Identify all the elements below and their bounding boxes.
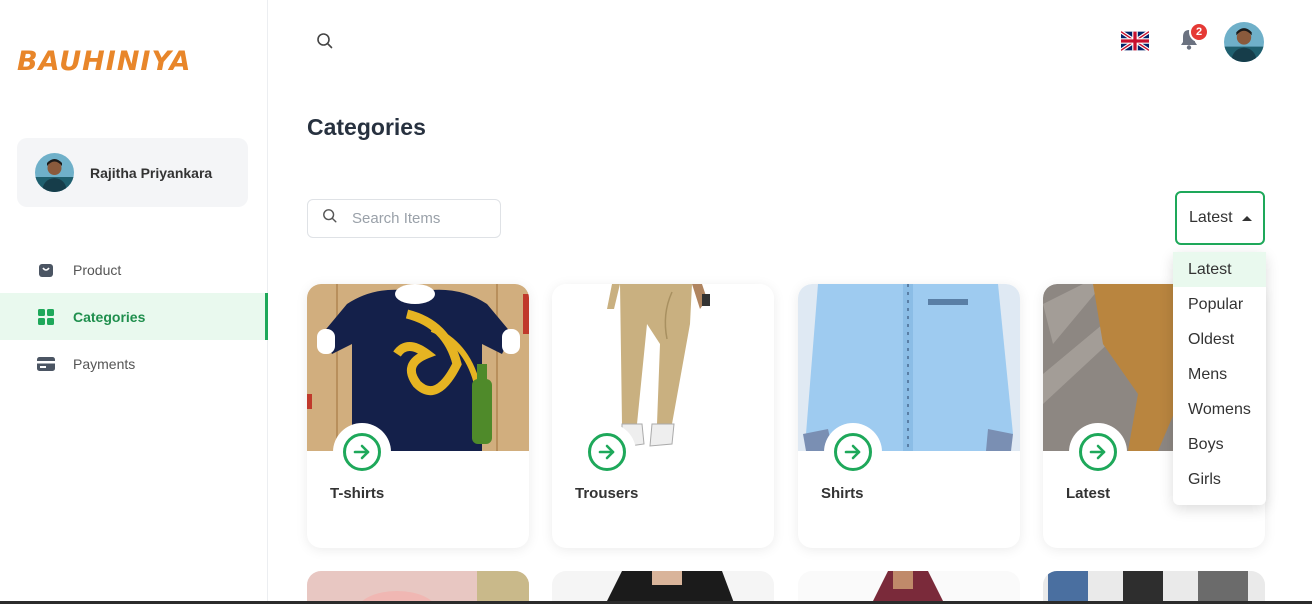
category-image xyxy=(307,284,529,451)
category-image xyxy=(798,284,1020,451)
arrow-right-icon[interactable] xyxy=(588,433,626,471)
search-icon[interactable] xyxy=(316,32,336,52)
user-name: Rajitha Priyankara xyxy=(90,164,213,181)
sidebar-item-label: Categories xyxy=(73,308,146,325)
category-card-trousers[interactable]: Trousers xyxy=(552,284,774,548)
search-icon xyxy=(322,208,338,229)
user-card[interactable]: Rajitha Priyankara xyxy=(17,138,248,207)
sidebar-nav: Product Categories Payments xyxy=(0,246,268,387)
page-title: Categories xyxy=(307,114,426,140)
sidebar: BAUHINIYA Rajitha Priyankara Product Cat… xyxy=(0,0,268,604)
card-icon xyxy=(37,355,55,373)
sidebar-item-categories[interactable]: Categories xyxy=(0,293,268,340)
category-card-shirts[interactable]: Shirts xyxy=(798,284,1020,548)
app-root: BAUHINIYA Rajitha Priyankara Product Cat… xyxy=(0,0,1312,604)
sort-option-mens[interactable]: Mens xyxy=(1173,357,1266,392)
caret-up-icon xyxy=(1241,215,1252,221)
arrow-right-icon[interactable] xyxy=(834,433,872,471)
sort-option-latest[interactable]: Latest xyxy=(1173,252,1266,287)
category-card-partial[interactable] xyxy=(552,571,774,604)
category-image xyxy=(552,284,774,451)
category-card-partial[interactable] xyxy=(307,571,529,604)
sort-option-girls[interactable]: Girls xyxy=(1173,462,1266,497)
sort-selected-label: Latest xyxy=(1189,209,1233,226)
uk-flag-icon[interactable] xyxy=(1119,30,1151,52)
arrow-right-icon[interactable] xyxy=(343,433,381,471)
category-label: Trousers xyxy=(575,485,639,502)
sort-option-womens[interactable]: Womens xyxy=(1173,392,1266,427)
category-label: Shirts xyxy=(821,485,864,502)
category-label: Latest xyxy=(1066,485,1111,502)
sidebar-item-label: Payments xyxy=(73,355,136,372)
search-input[interactable] xyxy=(352,210,482,227)
category-card-tshirts[interactable]: T-shirts xyxy=(307,284,529,548)
sort-option-oldest[interactable]: Oldest xyxy=(1173,322,1266,357)
search-field[interactable] xyxy=(307,199,501,238)
brand-logo[interactable]: BAUHINIYA xyxy=(17,46,191,77)
profile-avatar[interactable] xyxy=(1224,22,1264,62)
sort-option-popular[interactable]: Popular xyxy=(1173,287,1266,322)
grid-icon xyxy=(37,308,55,326)
sort-option-boys[interactable]: Boys xyxy=(1173,427,1266,462)
notification-badge: 2 xyxy=(1189,22,1209,42)
bag-icon xyxy=(37,261,55,279)
sort-dropdown-menu: Latest Popular Oldest Mens Womens Boys G… xyxy=(1173,252,1266,505)
avatar xyxy=(35,153,74,192)
category-card-partial[interactable] xyxy=(798,571,1020,604)
sidebar-item-label: Product xyxy=(73,261,122,278)
arrow-right-icon[interactable] xyxy=(1079,433,1117,471)
sidebar-item-product[interactable]: Product xyxy=(0,246,268,293)
sort-dropdown-button[interactable]: Latest xyxy=(1175,191,1265,245)
category-card-partial[interactable] xyxy=(1043,571,1265,604)
sidebar-item-payments[interactable]: Payments xyxy=(0,340,268,387)
category-label: T-shirts xyxy=(330,485,385,502)
